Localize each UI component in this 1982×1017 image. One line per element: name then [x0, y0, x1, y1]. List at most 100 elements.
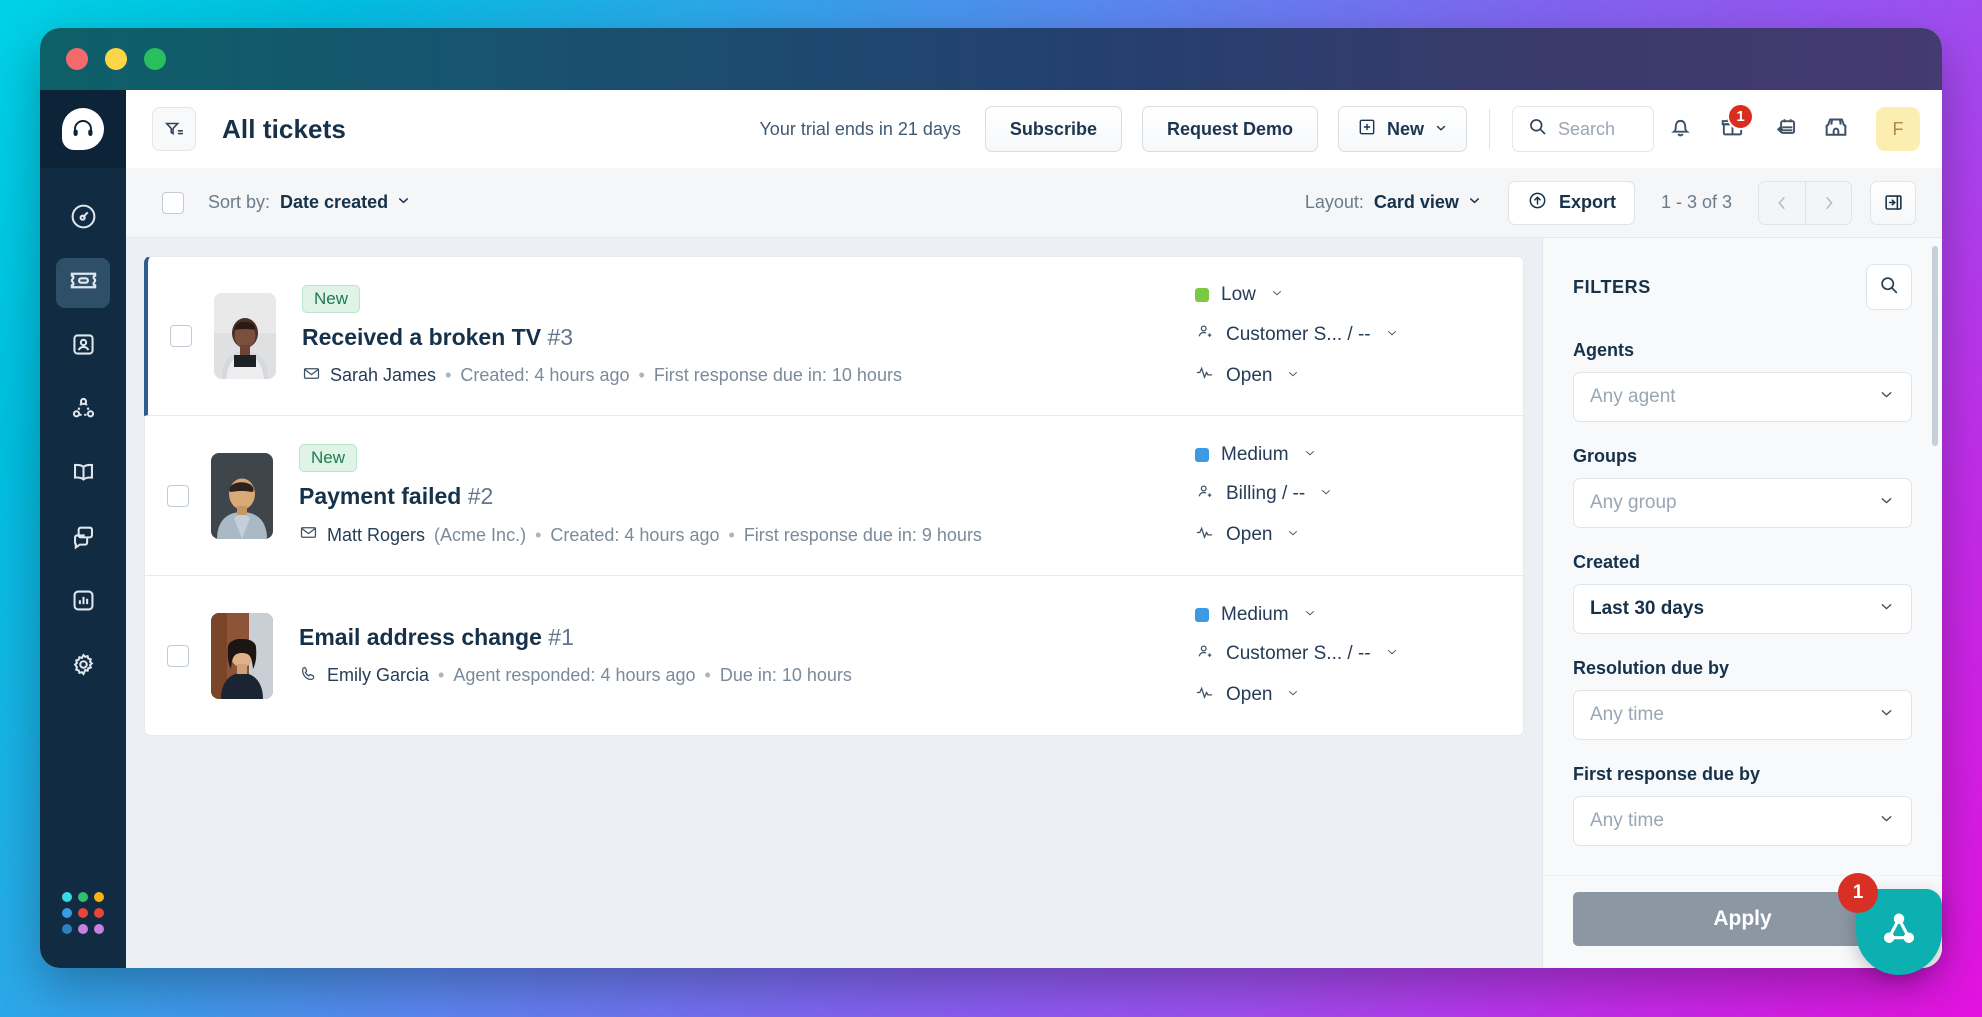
- layout-dropdown[interactable]: Card view: [1374, 192, 1482, 213]
- sidebar-item-knowledge-base[interactable]: [56, 450, 110, 500]
- notifications-button[interactable]: [1654, 103, 1706, 155]
- ticket-card[interactable]: New Received a broken TV #3 Sarah James: [144, 256, 1524, 416]
- ticket-created: Agent responded: 4 hours ago: [453, 665, 696, 685]
- ticket-card[interactable]: New Payment failed #2 Matt Rogers (Acme …: [144, 416, 1524, 576]
- ticket-title-text: Email address change: [299, 623, 542, 650]
- left-sidebar: [40, 90, 126, 968]
- resolution-due-select[interactable]: Any time: [1573, 690, 1912, 740]
- search-icon: [1878, 274, 1900, 301]
- sidebar-item-analytics[interactable]: [56, 578, 110, 628]
- ticket-requester: Sarah James: [330, 365, 437, 385]
- search-input[interactable]: Search: [1512, 106, 1654, 152]
- priority-color-swatch: [1195, 288, 1209, 302]
- ticket-sla: First response due in: 10 hours: [653, 365, 902, 385]
- filter-groups: Groups Any group: [1573, 446, 1912, 528]
- status-value: Open: [1226, 684, 1273, 705]
- ticket-checkbox[interactable]: [167, 644, 189, 667]
- phone-icon: [299, 664, 318, 688]
- sort-dropdown[interactable]: Date created: [280, 192, 411, 213]
- sidebar-item-contacts[interactable]: [56, 322, 110, 372]
- ticket-number: #1: [548, 623, 574, 650]
- status-value: Open: [1226, 524, 1273, 545]
- group-value: Customer S... / --: [1226, 323, 1371, 345]
- assign-agent-icon: [1195, 642, 1214, 667]
- new-button[interactable]: New: [1337, 106, 1467, 152]
- chevron-down-icon: [1878, 386, 1895, 408]
- filter-label: Resolution due by: [1573, 658, 1730, 678]
- sidebar-item-tickets[interactable]: [56, 258, 110, 308]
- upload-circle-icon: [1527, 190, 1548, 216]
- sidebar-item-social[interactable]: [56, 386, 110, 436]
- chevron-down-icon: [1286, 524, 1300, 546]
- window-maximize-button[interactable]: [144, 48, 166, 70]
- ticket-card[interactable]: Email address change #1 Emily Garcia • A…: [144, 576, 1524, 736]
- support-widget-button[interactable]: 1: [1838, 873, 1942, 975]
- priority-dropdown[interactable]: Low: [1195, 284, 1495, 306]
- activity-pulse-icon: [1195, 523, 1214, 548]
- chevron-down-icon: [1270, 284, 1284, 306]
- ticket-checkbox[interactable]: [170, 325, 192, 347]
- window-minimize-button[interactable]: [105, 48, 127, 70]
- ticket-title[interactable]: Email address change #1: [299, 624, 1195, 651]
- filter-list-icon[interactable]: [152, 107, 196, 151]
- priority-dropdown[interactable]: Medium: [1195, 444, 1495, 466]
- sidebar-item-admin[interactable]: [56, 642, 110, 692]
- filters-scrollbar[interactable]: [1932, 246, 1938, 446]
- ticket-title[interactable]: Received a broken TV #3: [302, 324, 1195, 351]
- status-dropdown[interactable]: Open: [1195, 683, 1495, 708]
- next-page-button[interactable]: [1805, 181, 1851, 224]
- first-response-due-value: Any time: [1590, 810, 1664, 831]
- product-logo[interactable]: [40, 90, 126, 168]
- subscribe-button[interactable]: Subscribe: [984, 106, 1122, 152]
- ticket-number: #2: [467, 483, 494, 509]
- agents-value: Any agent: [1590, 386, 1676, 407]
- triangle-nodes-icon: [1878, 909, 1920, 956]
- priority-color-swatch: [1195, 447, 1209, 462]
- window-close-button[interactable]: [66, 48, 88, 70]
- ticket-title[interactable]: Payment failed #2: [299, 483, 1195, 510]
- priority-value: Medium: [1221, 603, 1289, 625]
- ticket-requester: Emily Garcia: [327, 665, 430, 685]
- collapse-panel-icon[interactable]: [1870, 180, 1916, 225]
- groups-select[interactable]: Any group: [1573, 478, 1912, 528]
- status-dropdown[interactable]: Open: [1195, 523, 1495, 548]
- filter-label: Agents: [1573, 340, 1635, 360]
- group-dropdown[interactable]: Customer S... / --: [1195, 322, 1495, 347]
- layout-label: Layout:: [1304, 192, 1364, 212]
- ticket-org: (Acme Inc.): [434, 524, 527, 545]
- marketplace-button[interactable]: [1810, 103, 1862, 155]
- status-value: Open: [1226, 364, 1273, 386]
- search-icon: [1527, 116, 1548, 142]
- release-notes-button[interactable]: [1758, 103, 1810, 155]
- apps-grid-icon[interactable]: [62, 892, 104, 934]
- activity-pulse-icon: [1195, 683, 1214, 708]
- filter-resolution-due: Resolution due by Any time: [1573, 658, 1912, 740]
- status-badge: New: [302, 284, 361, 313]
- avatar[interactable]: F: [1876, 107, 1920, 151]
- group-dropdown[interactable]: Billing / --: [1195, 482, 1495, 507]
- status-dropdown[interactable]: Open: [1195, 363, 1495, 388]
- bar-chart-icon: [69, 586, 98, 620]
- sidebar-item-forums[interactable]: [56, 514, 110, 564]
- storefront-icon: [1822, 113, 1850, 146]
- first-response-due-select[interactable]: Any time: [1573, 796, 1912, 846]
- group-dropdown[interactable]: Customer S... / --: [1195, 642, 1495, 667]
- contact-card-icon: [69, 330, 98, 364]
- chevron-down-icon: [396, 192, 411, 213]
- request-demo-button[interactable]: Request Demo: [1141, 106, 1318, 152]
- avatar-emily-garcia: [211, 612, 273, 699]
- filters-search-button[interactable]: [1866, 264, 1912, 310]
- gift-badge: 1: [1727, 103, 1754, 130]
- agents-select[interactable]: Any agent: [1573, 372, 1912, 422]
- offers-button[interactable]: 1: [1706, 103, 1758, 155]
- chevron-down-icon: [1878, 810, 1895, 832]
- priority-dropdown[interactable]: Medium: [1195, 604, 1495, 626]
- ticket-checkbox[interactable]: [167, 484, 189, 507]
- export-button[interactable]: Export: [1507, 180, 1635, 225]
- select-all-checkbox[interactable]: [162, 191, 184, 214]
- prev-page-button[interactable]: [1759, 182, 1805, 224]
- assign-agent-icon: [1195, 322, 1214, 347]
- sidebar-item-dashboard[interactable]: [56, 194, 110, 244]
- page-title: All tickets: [222, 113, 346, 144]
- created-select[interactable]: Last 30 days: [1573, 584, 1912, 634]
